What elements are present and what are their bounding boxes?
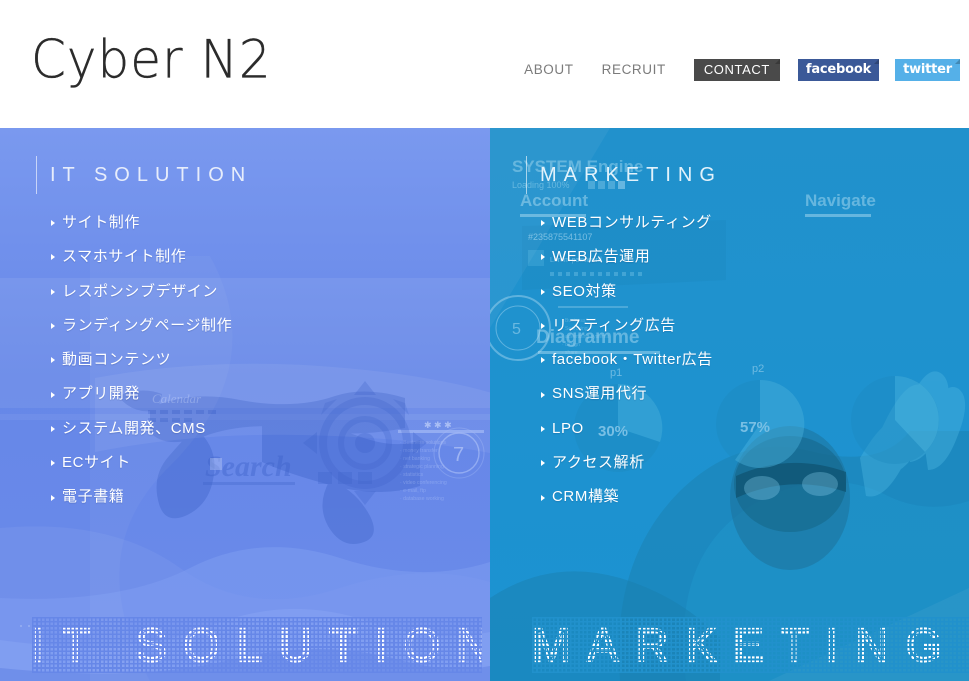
panel-it-solution[interactable]: Calendar ✱ ✱ ✱ · Business solutions · mo… bbox=[0, 128, 490, 681]
list-item[interactable]: サイト制作 bbox=[50, 206, 450, 240]
marketing-list: WEBコンサルティング WEB広告運用 SEO対策 リスティング広告 faceb… bbox=[540, 206, 940, 515]
nav-item-about[interactable]: ABOUT bbox=[518, 58, 580, 81]
it-solution-heading-rule bbox=[36, 156, 37, 194]
list-item[interactable]: 動画コンテンツ bbox=[50, 343, 450, 377]
marketing-wordmark-text: MARKETING bbox=[532, 618, 959, 672]
list-item[interactable]: アプリ開発 bbox=[50, 377, 450, 411]
list-item[interactable]: スマホサイト制作 bbox=[50, 240, 450, 274]
list-item[interactable]: リスティング広告 bbox=[540, 309, 940, 343]
list-item[interactable]: アクセス解析 bbox=[540, 446, 940, 480]
it-solution-wordmark-text: IT SOLUTION bbox=[32, 618, 482, 672]
list-item[interactable]: CRM構築 bbox=[540, 480, 940, 514]
list-item[interactable]: SEO対策 bbox=[540, 275, 940, 309]
marketing-heading: MARKETING bbox=[540, 164, 722, 186]
list-item[interactable]: WEB広告運用 bbox=[540, 240, 940, 274]
list-item[interactable]: システム開発、CMS bbox=[50, 412, 450, 446]
list-item[interactable]: LPO bbox=[540, 412, 940, 446]
list-item[interactable]: SNS運用代行 bbox=[540, 377, 940, 411]
list-item[interactable]: facebook・Twitter広告 bbox=[540, 343, 940, 377]
marketing-wordmark: MARKETING bbox=[532, 617, 969, 673]
page-root: Cyber N2 ABOUT RECRUIT CONTACT facebook … bbox=[0, 0, 969, 681]
facebook-icon-button[interactable]: facebook bbox=[797, 58, 880, 81]
twitter-icon-button[interactable]: twitter bbox=[895, 58, 960, 81]
svg-text:7: 7 bbox=[453, 444, 464, 466]
list-item[interactable]: レスポンシブデザイン bbox=[50, 275, 450, 309]
site-header: Cyber N2 ABOUT RECRUIT CONTACT facebook … bbox=[0, 0, 969, 128]
list-item[interactable]: ECサイト bbox=[50, 446, 450, 480]
it-solution-heading: IT SOLUTION bbox=[50, 164, 253, 186]
svg-text:5: 5 bbox=[512, 321, 521, 338]
nav-item-contact-button[interactable]: CONTACT bbox=[693, 58, 780, 81]
marketing-heading-rule bbox=[526, 156, 527, 194]
site-logo[interactable]: Cyber N2 bbox=[31, 28, 272, 91]
nav-item-recruit[interactable]: RECRUIT bbox=[596, 58, 672, 81]
it-solution-wordmark: IT SOLUTION bbox=[32, 617, 482, 673]
list-item[interactable]: 電子書籍 bbox=[50, 480, 450, 514]
list-item[interactable]: WEBコンサルティング bbox=[540, 206, 940, 240]
panel-marketing[interactable]: SYSTEM Engine Loading 100% Account Navig… bbox=[490, 128, 969, 681]
list-item[interactable]: ランディングページ制作 bbox=[50, 309, 450, 343]
service-panels: Calendar ✱ ✱ ✱ · Business solutions · mo… bbox=[0, 128, 969, 681]
main-navigation: ABOUT RECRUIT CONTACT facebook twitter bbox=[518, 58, 969, 81]
it-solution-list: サイト制作 スマホサイト制作 レスポンシブデザイン ランディングページ制作 動画… bbox=[50, 206, 450, 515]
